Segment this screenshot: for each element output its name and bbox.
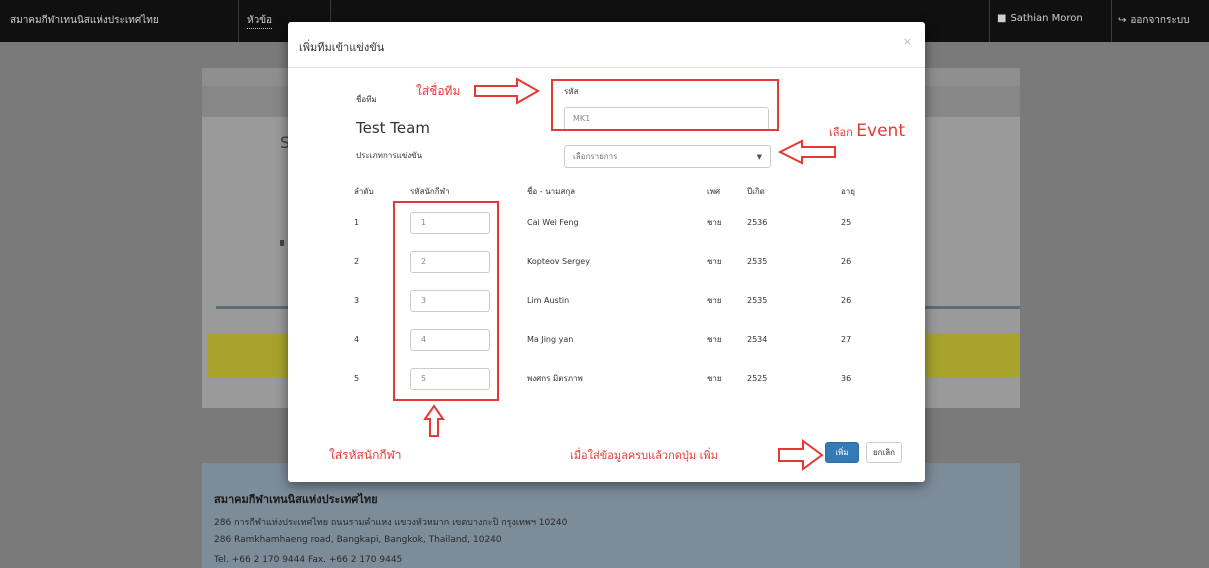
arrow-left-icon (777, 139, 836, 165)
arrow-up-icon (423, 404, 445, 437)
annotation-arrows (423, 77, 836, 471)
arrow-right-icon (778, 439, 824, 471)
arrow-right-icon (474, 77, 541, 105)
